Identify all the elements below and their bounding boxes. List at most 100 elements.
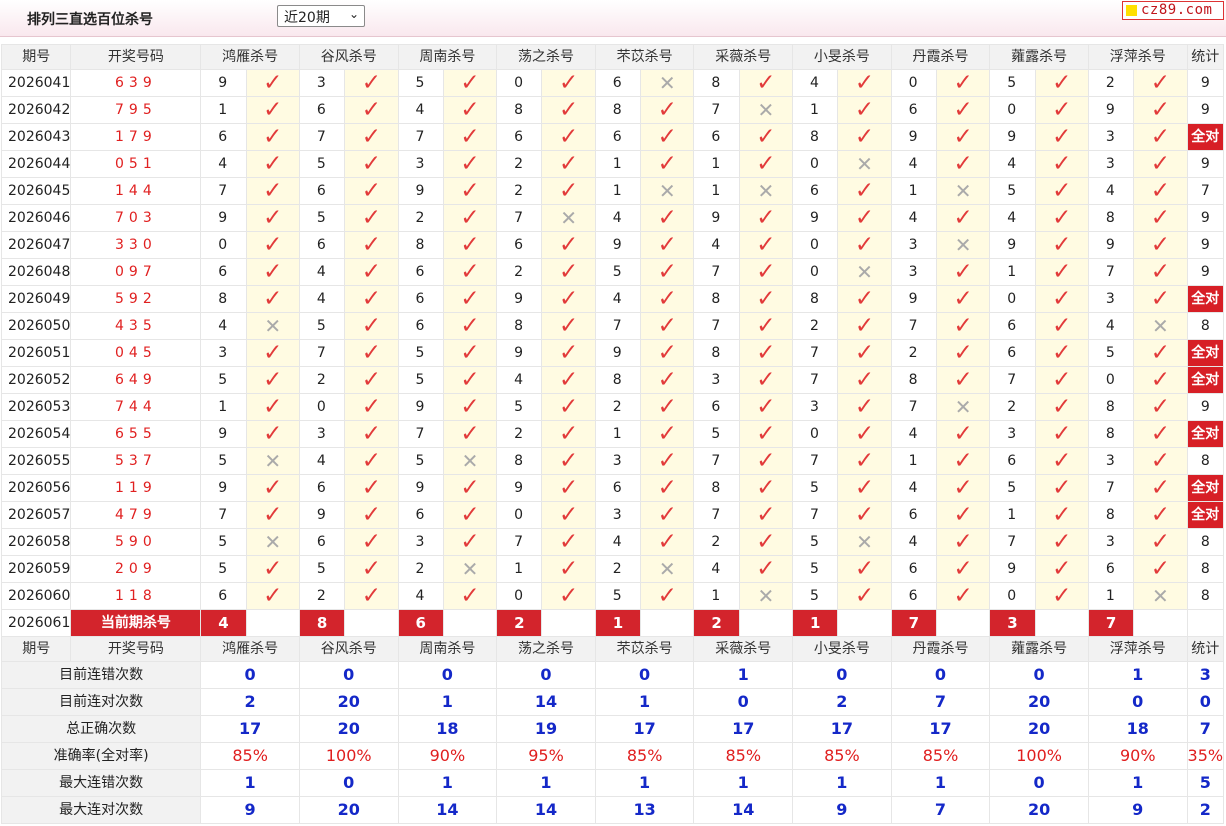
kill-pick: 1 — [594, 150, 642, 178]
expert-header: 荡之杀号 — [496, 44, 596, 70]
table-row: 2026058 590 5 ✕ 6 ✓ 3 ✓ 7 ✓ 4 ✓ 2 ✓ 5 ✕ 4 ✓ 7 ✓ 3 ✓ 8 — [0, 528, 1225, 556]
current-kill-spacer — [245, 609, 300, 637]
kill-pick: 2 — [298, 366, 346, 394]
kill-pick: 4 — [298, 285, 346, 313]
correct-check-icon: ✓ — [245, 69, 300, 97]
kill-pick: 5 — [397, 366, 444, 394]
summary-row: 目前连错次数 0 0 0 0 0 1 0 0 0 1 3 — [0, 661, 1225, 689]
kill-pick: 4 — [792, 69, 839, 97]
correct-check-icon: ✓ — [344, 501, 399, 529]
kill-pick: 0 — [989, 582, 1036, 610]
correct-check-icon: ✓ — [640, 501, 695, 529]
correct-check-icon: ✓ — [1034, 258, 1089, 286]
kill-pick: 5 — [792, 528, 839, 556]
current-kill-number: 3 — [989, 609, 1036, 637]
correct-check-icon: ✓ — [245, 285, 300, 313]
kill-pick: 6 — [792, 177, 839, 205]
correct-check-icon: ✓ — [541, 123, 596, 151]
summary-value: 1 — [1087, 769, 1188, 797]
kill-pick: 0 — [890, 69, 937, 97]
current-kill-spacer — [738, 609, 794, 637]
kill-pick: 9 — [890, 123, 937, 151]
summary-label: 准确率(全对率) — [0, 742, 202, 770]
kill-pick: 7 — [792, 366, 839, 394]
kill-pick: 3 — [397, 150, 444, 178]
summary-stat: 0 — [1186, 688, 1225, 716]
kill-pick: 0 — [792, 258, 839, 286]
top-header-row: 期号 开奖号码 鸿雁杀号 谷风杀号 周南杀号 荡之杀号 芣苡杀号 采薇杀号 小旻杀号 丹霞杀号 蕹露… — [0, 44, 1225, 70]
summary-value: 0 — [989, 769, 1089, 797]
kill-pick: 1 — [989, 501, 1036, 529]
kill-pick: 4 — [890, 420, 937, 448]
correct-check-icon: ✓ — [245, 96, 300, 124]
summary-value: 14 — [397, 796, 498, 824]
correct-check-icon: ✓ — [738, 69, 794, 97]
summary-value: 17 — [594, 715, 695, 743]
kill-pick: 5 — [298, 150, 346, 178]
top-bar: 排列三直选百位杀号 近20期 ⌄ cz89.com — [0, 0, 1226, 37]
correct-check-icon: ✓ — [640, 150, 695, 178]
correct-check-icon: ✓ — [344, 258, 399, 286]
correct-check-icon: ✓ — [738, 366, 794, 394]
kill-pick: 3 — [1087, 123, 1135, 151]
issue-number: 2026055 — [0, 447, 72, 475]
kill-pick: 1 — [792, 96, 839, 124]
site-logo[interactable]: cz89.com — [1122, 1, 1224, 20]
expert-header: 采薇杀号 — [693, 636, 794, 662]
table-row: 2026047 330 0 ✓ 6 ✓ 8 ✓ 6 ✓ 9 ✓ 4 ✓ 0 ✓ 3 ✕ 9 ✓ 9 ✓ 9 — [0, 231, 1225, 259]
kill-pick: 6 — [989, 339, 1036, 367]
kill-pick: 7 — [298, 339, 346, 367]
correct-check-icon: ✓ — [738, 447, 794, 475]
kill-pick: 6 — [298, 528, 346, 556]
kill-pick: 5 — [1087, 339, 1135, 367]
issue-header: 期号 — [0, 636, 72, 662]
issue-number: 2026043 — [0, 123, 72, 151]
correct-check-icon: ✓ — [935, 96, 991, 124]
correct-check-icon: ✓ — [245, 582, 300, 610]
correct-check-icon: ✓ — [442, 474, 498, 502]
summary-value: 19 — [496, 715, 596, 743]
summary-value: 17 — [693, 715, 794, 743]
expert-header: 芣苡杀号 — [594, 636, 695, 662]
correct-check-icon: ✓ — [245, 177, 300, 205]
correct-check-icon: ✓ — [837, 501, 892, 529]
summary-value: 18 — [1087, 715, 1188, 743]
correct-check-icon: ✓ — [837, 474, 892, 502]
correct-check-icon: ✓ — [738, 258, 794, 286]
period-select[interactable]: 近20期 ⌄ — [277, 5, 365, 27]
expert-header: 周南杀号 — [397, 636, 498, 662]
kill-pick: 8 — [496, 447, 543, 475]
correct-check-icon: ✓ — [1034, 528, 1089, 556]
issue-header: 期号 — [0, 44, 72, 70]
summary-value: 0 — [397, 661, 498, 689]
expert-header: 浮萍杀号 — [1087, 636, 1188, 662]
kill-pick: 0 — [200, 231, 247, 259]
kill-pick: 8 — [1087, 501, 1135, 529]
draw-number: 045 — [70, 339, 202, 367]
correct-check-icon: ✓ — [442, 528, 498, 556]
correct-check-icon: ✓ — [442, 393, 498, 421]
kill-pick: 7 — [397, 123, 444, 151]
kill-pick: 9 — [200, 420, 247, 448]
correct-check-icon: ✓ — [738, 393, 794, 421]
kill-pick: 3 — [594, 447, 642, 475]
correct-check-icon: ✓ — [935, 528, 991, 556]
kill-pick: 2 — [298, 582, 346, 610]
kill-pick: 0 — [989, 285, 1036, 313]
table-row: 2026045 144 7 ✓ 6 ✓ 9 ✓ 2 ✓ 1 ✕ 1 ✕ 6 ✓ 1 ✕ 5 ✓ 4 ✓ 7 — [0, 177, 1225, 205]
correct-check-icon: ✓ — [541, 393, 596, 421]
correct-check-icon: ✓ — [640, 393, 695, 421]
correct-check-icon: ✓ — [1034, 420, 1089, 448]
kill-pick: 0 — [1087, 366, 1135, 394]
correct-check-icon: ✓ — [837, 123, 892, 151]
wrong-cross-icon: ✕ — [935, 177, 991, 205]
summary-stat: 2 — [1186, 796, 1225, 824]
kill-pick: 8 — [594, 366, 642, 394]
summary-label: 总正确次数 — [0, 715, 202, 743]
draw-number: 144 — [70, 177, 202, 205]
draw-number: 330 — [70, 231, 202, 259]
kill-pick: 7 — [496, 528, 543, 556]
issue-number: 2026050 — [0, 312, 72, 340]
kill-pick: 6 — [496, 231, 543, 259]
chevron-down-icon: ⌄ — [348, 7, 359, 21]
